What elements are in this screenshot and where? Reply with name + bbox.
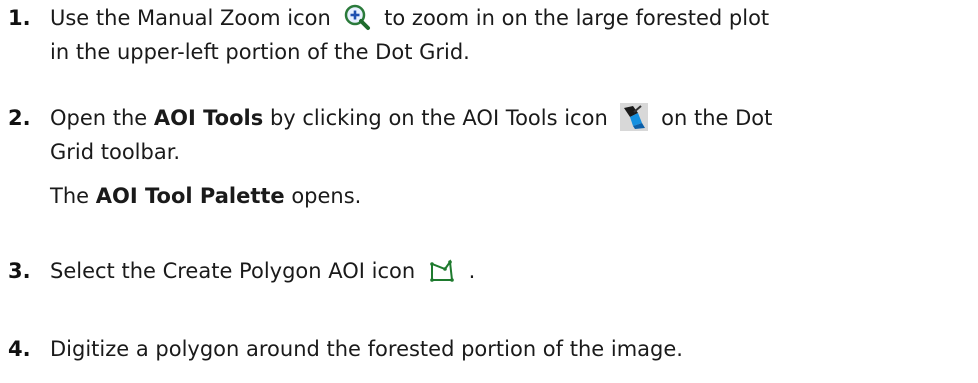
- step-text-line2: Grid toolbar.: [50, 140, 181, 164]
- step-4: 4. Digitize a polygon around the foreste…: [8, 332, 970, 366]
- step-number: 4.: [8, 337, 31, 361]
- step-text: by clicking on the AOI Tools icon: [269, 106, 608, 130]
- step-text-line2: in the upper-left portion of the Dot Gri…: [50, 40, 470, 64]
- step-number: 1.: [8, 6, 31, 30]
- step-3: 3. Select the Create Polygon AOI icon .: [8, 254, 970, 288]
- aoi-tools-icon: [620, 103, 649, 131]
- result-bold-term: AOI Tool Palette: [95, 184, 285, 208]
- create-polygon-aoi-icon: [428, 256, 456, 284]
- step-text: Select the Create Polygon AOI icon: [50, 259, 416, 283]
- result-text: opens.: [291, 184, 362, 208]
- step-bold-term: AOI Tools: [153, 106, 264, 130]
- zoom-in-icon: [343, 3, 371, 31]
- step-text: on the Dot: [661, 106, 773, 130]
- step-text: Use the Manual Zoom icon: [50, 6, 331, 30]
- step-text: Open the: [50, 106, 148, 130]
- result-text: The: [50, 184, 90, 208]
- step-number: 2.: [8, 106, 31, 130]
- step-result: The AOI Tool Palette opens.: [50, 179, 970, 213]
- step-number: 3.: [8, 259, 31, 283]
- step-text: Digitize a polygon around the forested p…: [50, 337, 683, 361]
- step-2: 2. Open the AOI Tools by clicking on the…: [8, 101, 970, 213]
- step-1: 1. Use the Manual Zoom icon to zoom in o…: [8, 1, 970, 69]
- step-text: to zoom in on the large forested plot: [384, 6, 770, 30]
- step-text: .: [468, 259, 476, 283]
